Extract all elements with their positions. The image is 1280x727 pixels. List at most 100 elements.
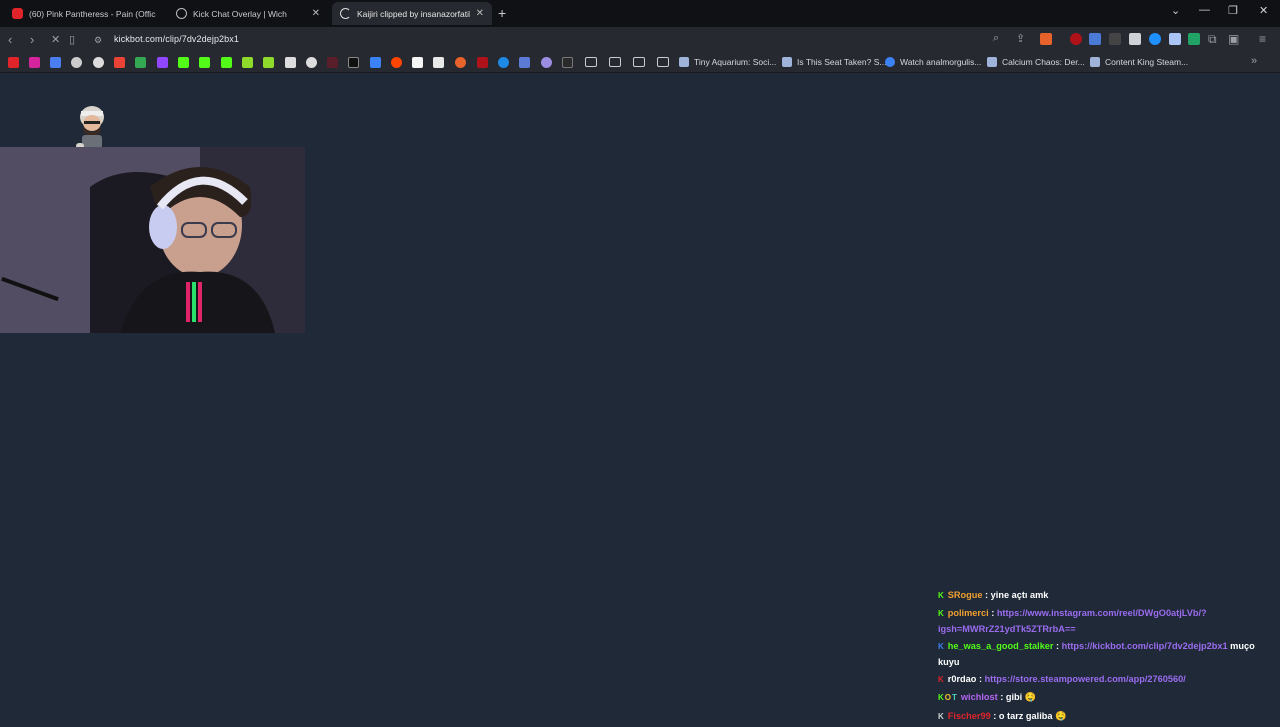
chat-separator: :: [990, 710, 999, 721]
steam-icon: [782, 57, 792, 67]
folder-icon[interactable]: [657, 57, 669, 67]
chat-username: r0rdao: [947, 674, 977, 685]
kick-badge-icon: K: [938, 609, 944, 619]
extension-icon[interactable]: [1149, 33, 1161, 45]
globe-icon[interactable]: [93, 57, 104, 68]
extension-icon[interactable]: [1089, 33, 1101, 45]
close-icon[interactable]: ✕: [312, 8, 320, 19]
drive-icon[interactable]: [135, 57, 146, 68]
sidebar-icon[interactable]: ▣: [1228, 32, 1239, 46]
forward-icon[interactable]: ›: [30, 32, 34, 47]
site-icon: [885, 57, 895, 67]
globe-icon[interactable]: [306, 57, 317, 68]
clip-video[interactable]: [0, 147, 305, 333]
steam-icon: [987, 57, 997, 67]
browser-toolbar: ‹ › ✕ ▯ ⚙ kickbot.com/clip/7dv2dejp2bx1 …: [0, 27, 1280, 53]
tab-search-icon[interactable]: ⌄: [1171, 4, 1180, 17]
bookmark-link[interactable]: Is This Seat Taken? S...: [782, 57, 886, 67]
close-window-button[interactable]: ✕: [1259, 4, 1268, 17]
site-icon[interactable]: [477, 57, 488, 68]
chat-text: gibi 🤤: [1005, 692, 1037, 703]
tab-title: Kick Chat Overlay | Wich: [193, 8, 287, 19]
site-icon[interactable]: [455, 57, 466, 68]
zoom-icon[interactable]: ⌕: [993, 32, 999, 45]
back-icon[interactable]: ‹: [8, 32, 12, 47]
youtube-icon: [12, 8, 23, 19]
translate-icon[interactable]: [50, 57, 61, 68]
chat-separator: :: [1053, 641, 1062, 652]
steam-icon: [679, 57, 689, 67]
site-icon[interactable]: [412, 57, 423, 68]
kick-icon[interactable]: [199, 57, 210, 68]
tab-title: (60) Pink Pantheress - Pain (Official V: [29, 8, 156, 19]
bookmark-label: Calcium Chaos: Der...: [1002, 57, 1085, 67]
bookmark-label: Tiny Aquarium: Soci...: [694, 57, 777, 67]
bookmark-link[interactable]: Watch analmorgulis...: [885, 57, 981, 67]
subscriber-badge-icon: T: [952, 693, 957, 703]
globe-icon[interactable]: [71, 57, 82, 68]
stop-loading-icon[interactable]: ✕: [51, 33, 60, 46]
instagram-icon[interactable]: [29, 57, 40, 68]
globe-icon: [176, 8, 187, 19]
share-icon[interactable]: ⇪: [1016, 32, 1025, 45]
folder-icon[interactable]: [609, 57, 621, 67]
chat-username: SRogue: [947, 590, 983, 600]
bookmark-link[interactable]: Tiny Aquarium: Soci...: [679, 57, 776, 67]
bookmark-link[interactable]: Content King Steam...: [1090, 57, 1188, 67]
chat-message: K Fischer99 : o tarz galiba 🤤: [938, 709, 1274, 725]
tab-youtube[interactable]: (60) Pink Pantheress - Pain (Official V: [4, 2, 164, 25]
chat-link[interactable]: https://store.steampowered.com/app/27605…: [985, 674, 1186, 684]
chat-message: Khe_was_a_good_stalker : https://kickbot…: [938, 639, 1274, 670]
ublock-icon[interactable]: [1070, 33, 1082, 45]
chat-separator: :: [976, 674, 985, 685]
site-icon[interactable]: [370, 57, 381, 68]
amazon-icon[interactable]: [433, 57, 444, 68]
kick-icon[interactable]: [221, 57, 232, 68]
extension-icon[interactable]: [1109, 33, 1121, 45]
close-icon[interactable]: ✕: [476, 8, 484, 19]
reddit-icon[interactable]: [391, 57, 402, 68]
loading-icon: [340, 8, 351, 19]
excel-icon[interactable]: [1188, 33, 1200, 45]
anchor-icon[interactable]: [285, 57, 296, 68]
chat-username: wichlost: [960, 692, 998, 703]
bookmark-icon[interactable]: ▯: [69, 33, 75, 46]
twitch-icon[interactable]: [157, 57, 168, 68]
minimize-button[interactable]: —: [1199, 4, 1210, 16]
extensions-puzzle-icon[interactable]: ⧉: [1208, 32, 1217, 47]
kick-badge-icon: K: [938, 591, 944, 600]
extension-icon[interactable]: [242, 57, 253, 68]
folder-icon[interactable]: [633, 57, 645, 67]
maximize-button[interactable]: ❐: [1228, 4, 1238, 17]
chat-link[interactable]: https://kickbot.com/clip/7dv2dejp2bx1: [1062, 641, 1228, 651]
chat-message: Kpolimerci : https://www.instagram.com/r…: [938, 606, 1274, 637]
extension-icon[interactable]: [263, 57, 274, 68]
x-icon[interactable]: [348, 57, 359, 68]
site-icon[interactable]: [562, 57, 573, 68]
extension-icon[interactable]: [1169, 33, 1181, 45]
bookmark-link[interactable]: Calcium Chaos: Der...: [987, 57, 1085, 67]
chat-username: Fischer99: [947, 710, 991, 721]
kick-icon[interactable]: [178, 57, 189, 68]
more-bookmarks-icon[interactable]: »: [1251, 55, 1257, 67]
chat-separator: :: [988, 608, 997, 619]
site-icon[interactable]: [327, 57, 338, 68]
new-tab-button[interactable]: +: [498, 5, 506, 21]
tab-kickbot-clip[interactable]: Kaijiri clipped by insanazorfatih ✕: [332, 2, 492, 25]
folder-icon[interactable]: [585, 57, 597, 67]
site-icon[interactable]: [498, 57, 509, 68]
site-info-icon[interactable]: ⚙: [94, 35, 102, 46]
menu-icon[interactable]: ≡: [1259, 32, 1266, 46]
bookmark-label: Watch analmorgulis...: [900, 57, 982, 67]
kick-badge-icon: K: [938, 675, 944, 685]
brave-shields-icon[interactable]: [1040, 33, 1052, 45]
chat-message: Kr0rdao : https://store.steampowered.com…: [938, 672, 1274, 688]
youtube-icon[interactable]: [8, 57, 19, 68]
bookmarks-bar: Tiny Aquarium: Soci... Is This Seat Take…: [0, 53, 1280, 73]
site-icon[interactable]: [519, 57, 530, 68]
address-url[interactable]: kickbot.com/clip/7dv2dejp2bx1: [114, 34, 239, 44]
extension-icon[interactable]: [1129, 33, 1141, 45]
site-icon[interactable]: [541, 57, 552, 68]
gmail-icon[interactable]: [114, 57, 125, 68]
tab-kick-chat[interactable]: Kick Chat Overlay | Wich ✕: [168, 2, 328, 25]
